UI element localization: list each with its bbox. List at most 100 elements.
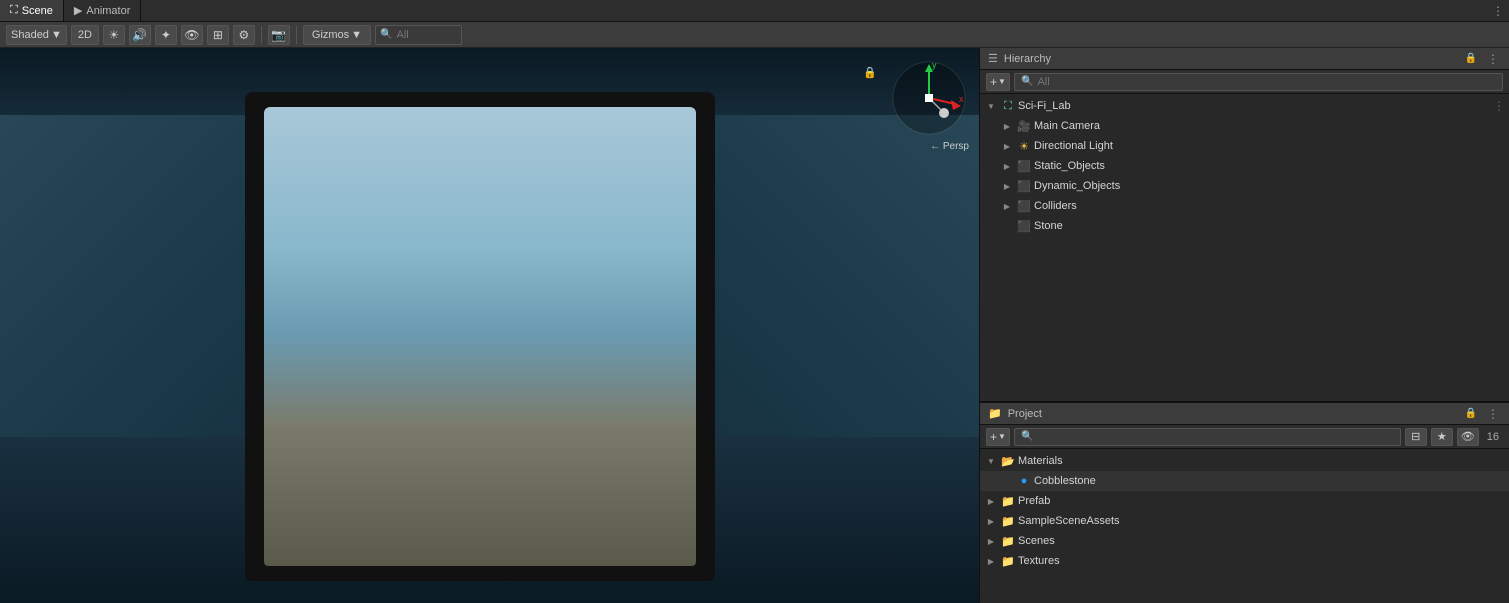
star-icon: ★ (1437, 430, 1447, 443)
hier-item-dynamic-objects[interactable]: ▶ ⬛ Dynamic_Objects (980, 176, 1509, 196)
stone-expand-icon[interactable] (1000, 219, 1014, 233)
project-tree: ▼ 📂 Materials ● Cobblestone ▶ 📁 Prefab (980, 449, 1509, 603)
scene-door-inner (264, 107, 696, 566)
hier-item-static-objects[interactable]: ▶ ⬛ Static_Objects (980, 156, 1509, 176)
prefab-expand-icon[interactable]: ▶ (984, 494, 998, 508)
dynamic-expand-icon[interactable]: ▶ (1000, 179, 1014, 193)
gizmos-label: Gizmos (312, 29, 349, 41)
shading-chevron: ▼ (51, 29, 62, 41)
project-header: 📁 Project 🔒 ⋮ (980, 403, 1509, 425)
hierarchy-add-btn[interactable]: + ▼ (986, 73, 1010, 91)
project-filter-btn[interactable]: ⊟ (1405, 428, 1427, 446)
eye-icon: 👁 (1461, 430, 1475, 443)
animator-tab-label: Animator (86, 5, 130, 17)
add-chevron-icon: ▼ (998, 77, 1006, 86)
proj-add-icon: + (990, 430, 997, 444)
project-add-btn[interactable]: + ▼ (986, 428, 1010, 446)
scene-toolbar: Shaded ▼ 2D ☀ 🔊 ✦ 👁 ⊞ ⚙ 📷 Gizmos ▼ 🔍 (0, 22, 1509, 48)
hierarchy-search-input[interactable] (1037, 76, 1496, 88)
project-count: 16 (1483, 431, 1503, 443)
project-title: Project (1008, 408, 1457, 420)
materials-label: Materials (1018, 455, 1505, 467)
lock-icon: 🔒 (1465, 53, 1477, 64)
scenes-folder-icon: 📁 (1000, 533, 1016, 549)
hier-item-colliders[interactable]: ▶ ⬛ Colliders (980, 196, 1509, 216)
materials-expand-icon[interactable]: ▼ (984, 454, 998, 468)
project-menu-btn[interactable]: ⋮ (1485, 406, 1501, 422)
scene-search-box[interactable]: 🔍 (375, 25, 461, 45)
project-star-btn[interactable]: ★ (1431, 428, 1453, 446)
textures-label: Textures (1018, 555, 1505, 567)
scene-tab-label: Scene (22, 5, 53, 17)
toolbar-sep-2 (296, 26, 297, 44)
proj-item-scenes[interactable]: ▶ 📁 Scenes (980, 531, 1509, 551)
root-expand-icon[interactable]: ▼ (984, 99, 998, 113)
project-search[interactable]: 🔍 (1014, 428, 1401, 446)
audio-btn[interactable]: 🔊 (129, 25, 151, 45)
scenes-expand-icon[interactable]: ▶ (984, 534, 998, 548)
hierarchy-header: ☰ Hierarchy 🔒 ⋮ (980, 48, 1509, 70)
gizmo-svg: y x (889, 58, 969, 138)
lighting-btn[interactable]: ☀ (103, 25, 125, 45)
hierarchy-panel: ☰ Hierarchy 🔒 ⋮ + ▼ 🔍 (980, 48, 1509, 403)
toolbar-sep-1 (261, 26, 262, 44)
scenes-label: Scenes (1018, 535, 1505, 547)
proj-add-chevron-icon: ▼ (998, 432, 1006, 441)
hide-btn[interactable]: 👁 (181, 25, 203, 45)
cobblestone-expand-icon (1000, 474, 1014, 488)
project-search-icon: 🔍 (1021, 431, 1033, 442)
static-expand-icon[interactable]: ▶ (1000, 159, 1014, 173)
search-icon: 🔍 (380, 29, 392, 40)
camera-btn[interactable]: 📷 (268, 25, 290, 45)
hierarchy-menu-btn[interactable]: ⋮ (1485, 51, 1501, 67)
prefab-label: Prefab (1018, 495, 1505, 507)
project-lock-btn[interactable]: 🔒 (1463, 406, 1479, 422)
proj-item-materials[interactable]: ▼ 📂 Materials (980, 451, 1509, 471)
prefab-folder-icon: 📁 (1000, 493, 1016, 509)
tab-scene[interactable]: ⛶ Scene (0, 0, 64, 21)
cobblestone-material-icon: ● (1016, 473, 1032, 489)
hierarchy-lock-btn[interactable]: 🔒 (1463, 51, 1479, 67)
materials-folder-icon: 📂 (1000, 453, 1016, 469)
gizmos-btn[interactable]: Gizmos ▼ (303, 25, 371, 45)
main-layout: y x 🔒 ← Persp ☰ Hierarchy 🔒 (0, 48, 1509, 603)
2d-toggle[interactable]: 2D (71, 25, 99, 45)
svg-text:y: y (932, 60, 937, 70)
gizmo-widget[interactable]: y x 🔒 ← Persp (889, 58, 969, 138)
scene-search-input[interactable] (397, 29, 457, 41)
hierarchy-search[interactable]: 🔍 (1014, 73, 1503, 91)
colliders-label: Colliders (1034, 200, 1505, 212)
project-panel: 📁 Project 🔒 ⋮ + ▼ 🔍 (980, 403, 1509, 603)
hierarchy-title: Hierarchy (1004, 53, 1457, 65)
project-search-input[interactable] (1037, 431, 1393, 443)
hier-item-root[interactable]: ▼ ⛶ Sci-Fi_Lab ⋮ (980, 96, 1509, 116)
proj-item-cobblestone[interactable]: ● Cobblestone (980, 471, 1509, 491)
scene-view[interactable]: y x 🔒 ← Persp (0, 48, 979, 603)
root-scene-icon: ⛶ (1000, 98, 1016, 114)
hier-item-stone[interactable]: ⬛ Stone (980, 216, 1509, 236)
project-eye-btn[interactable]: 👁 (1457, 428, 1479, 446)
scene-door-frame (245, 92, 715, 580)
hier-item-directional-light[interactable]: ▶ ☀ Directional Light (980, 136, 1509, 156)
root-menu-btn[interactable]: ⋮ (1493, 99, 1505, 113)
proj-item-textures[interactable]: ▶ 📁 Textures (980, 551, 1509, 571)
project-panel-icon: 📁 (988, 407, 1002, 420)
tool-btn[interactable]: ⚙ (233, 25, 255, 45)
hierarchy-search-icon: 🔍 (1021, 76, 1033, 87)
tab-animator[interactable]: ▶ Animator (64, 0, 142, 21)
tab-menu-btn[interactable]: ⋮ (1487, 0, 1509, 22)
sample-label: SampleSceneAssets (1018, 515, 1505, 527)
hier-item-main-camera[interactable]: ▶ 🎥 Main Camera (980, 116, 1509, 136)
sample-expand-icon[interactable]: ▶ (984, 514, 998, 528)
effects-btn[interactable]: ✦ (155, 25, 177, 45)
light-expand-icon[interactable]: ▶ (1000, 139, 1014, 153)
shading-dropdown[interactable]: Shaded ▼ (6, 25, 67, 45)
add-icon: + (990, 75, 997, 89)
textures-expand-icon[interactable]: ▶ (984, 554, 998, 568)
colliders-expand-icon[interactable]: ▶ (1000, 199, 1014, 213)
gizmo-persp-label: ← Persp (930, 141, 969, 152)
camera-expand-icon[interactable]: ▶ (1000, 119, 1014, 133)
proj-item-sample-scene-assets[interactable]: ▶ 📁 SampleSceneAssets (980, 511, 1509, 531)
grid-btn[interactable]: ⊞ (207, 25, 229, 45)
proj-item-prefab[interactable]: ▶ 📁 Prefab (980, 491, 1509, 511)
